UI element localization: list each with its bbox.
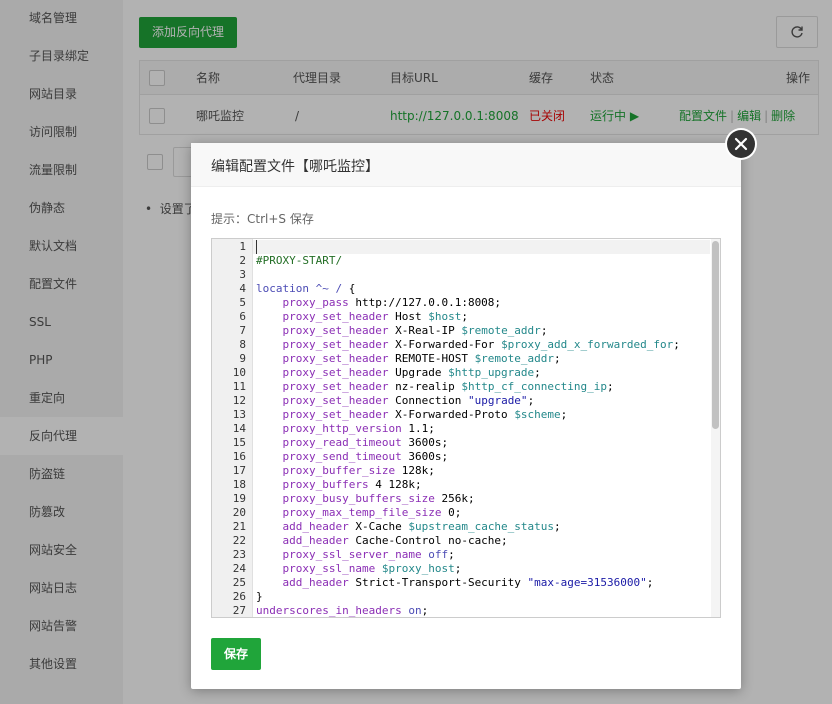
line-number: 7 [239,324,246,337]
line-number: 15 [232,436,246,449]
text-cursor [256,240,257,254]
line-number: 14 [232,422,246,435]
code-line: proxy_max_temp_file_size 0; [282,506,462,519]
code-line: proxy_read_timeout 3600s; [282,436,449,449]
line-number: 5 [239,296,246,309]
code-line: add_header Strict-Transport-Security "ma… [282,576,654,589]
line-number: 21 [232,520,246,533]
code-line: proxy_ssl_name $proxy_host; [282,562,462,575]
modal-header: 编辑配置文件【哪吒监控】 [191,143,741,187]
line-number: 9 [239,352,246,365]
code-line: add_header X-Cache $upstream_cache_statu… [282,520,561,533]
code-line: proxy_send_timeout 3600s; [282,450,449,463]
close-button[interactable] [725,128,757,160]
line-number: 4 [239,282,246,295]
line-number: 22 [232,534,246,547]
line-number: 26 [232,590,246,603]
modal-title: 编辑配置文件【哪吒监控】 [211,159,379,175]
line-gutter: 1 2 3 4 5 6 7 8 9 10 11 12 13 14 15 16 17 18 19 20 21 22 23 24 2… [212,239,253,617]
code-line: proxy_set_header X-Forwarded-For $proxy_… [282,338,680,351]
code-line: proxy_buffers 4 128k; [282,478,422,491]
code-line: proxy_set_header X-Forwarded-Proto $sche… [282,408,568,421]
editor-scrollbar[interactable] [711,239,720,617]
line-number: 27 [232,604,246,617]
code-line: proxy_set_header Host $host; [282,310,468,323]
line-number: 6 [239,310,246,323]
edit-config-modal: 编辑配置文件【哪吒监控】 提示：Ctrl+S 保存 1 2 3 4 5 6 7 8 9 10 11 1… [191,143,741,689]
scrollbar-thumb[interactable] [712,241,719,429]
line-number: 25 [232,576,246,589]
code-line: add_header Cache-Control no-cache; [282,534,508,547]
close-icon [734,137,748,151]
line-number: 19 [232,492,246,505]
code-editor[interactable]: 1 2 3 4 5 6 7 8 9 10 11 12 13 14 15 16 17 18 19 20 21 22 23 24 2… [211,238,721,618]
code-line: proxy_set_header REMOTE-HOST $remote_add… [282,352,561,365]
line-number: 17 [232,464,246,477]
save-button[interactable]: 保存 [211,638,261,670]
code-line: underscores_in_headers on; [256,604,429,617]
code-line: proxy_set_header Connection "upgrade"; [282,394,535,407]
code-line: proxy_busy_buffers_size 256k; [282,492,475,505]
line-number: 2 [239,254,246,267]
line-number: 11 [232,380,246,393]
code-line: proxy_pass http://127.0.0.1:8008; [282,296,502,309]
code-line: #PROXY-START/ [256,254,343,267]
line-number: 3 [239,268,246,281]
line-number: 23 [232,548,246,561]
line-number: 1 [239,240,246,253]
code-line: proxy_set_header X-Real-IP $remote_addr; [282,324,548,337]
code-line: proxy_set_header Upgrade $http_upgrade; [282,366,541,379]
line-number: 18 [232,478,246,491]
code-line: proxy_http_version 1.1; [282,422,435,435]
line-number: 8 [239,338,246,351]
code-line: location ^~ / { [256,282,356,295]
line-number: 24 [232,562,246,575]
line-number: 12 [232,394,246,407]
code-line: } [256,590,263,603]
line-number: 10 [232,366,246,379]
save-hint: 提示：Ctrl+S 保存 [211,212,314,226]
code-line: proxy_set_header nz-realip $http_cf_conn… [282,380,614,393]
line-number: 13 [232,408,246,421]
code-line: proxy_ssl_server_name off; [282,548,455,561]
line-number: 16 [232,450,246,463]
line-number: 20 [232,506,246,519]
code-line: proxy_buffer_size 128k; [282,464,435,477]
